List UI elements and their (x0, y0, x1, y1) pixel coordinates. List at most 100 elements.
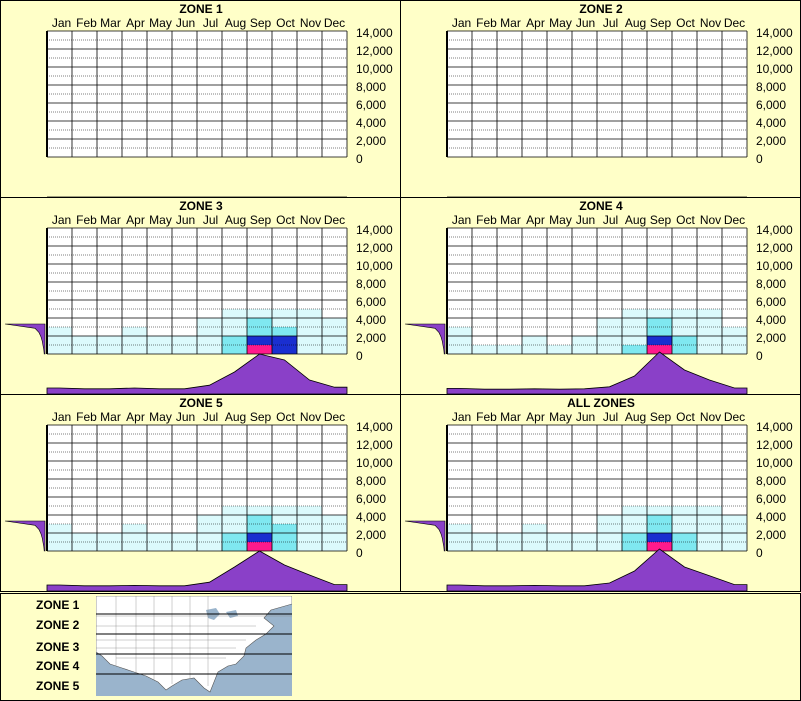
heat-cell (222, 542, 247, 551)
heat-cell (47, 533, 72, 542)
month-distribution (46, 353, 348, 395)
heat-cell (97, 533, 122, 542)
heat-cell (172, 542, 197, 551)
heat-cell (147, 336, 172, 345)
heat-cell (222, 318, 247, 327)
heat-cell (597, 533, 622, 542)
heat-cell (722, 533, 747, 542)
heat-cell (122, 345, 147, 354)
heat-cell (222, 336, 247, 345)
heat-cell (222, 533, 247, 542)
heat-cell (322, 542, 347, 551)
heat-cell (297, 515, 322, 524)
legend-zone-1: ZONE 1 (36, 598, 80, 612)
heat-cell (672, 327, 697, 336)
heat-cell (622, 524, 647, 533)
heat-cell (247, 318, 272, 327)
heat-cell (672, 533, 697, 542)
heat-cell (522, 345, 547, 354)
heatmap-chart (446, 30, 748, 198)
heat-cell (197, 524, 222, 533)
heat-cell (297, 533, 322, 542)
heat-cell (47, 542, 72, 551)
heat-cell (597, 318, 622, 327)
heat-cell (722, 345, 747, 354)
heat-cell (447, 533, 472, 542)
heat-cell (322, 318, 347, 327)
zone-panel: ZONE 3 Jan Feb Mar Apr May Jun Jul Aug Sep Oct Nov D… (0, 197, 401, 395)
heat-cell (222, 524, 247, 533)
heat-cell (672, 506, 697, 515)
heat-cell (247, 506, 272, 515)
heat-cell (122, 336, 147, 345)
heat-cell (247, 524, 272, 533)
heat-cell (222, 345, 247, 354)
heat-cell (647, 318, 672, 327)
heat-cell (247, 336, 272, 345)
heat-cell (622, 542, 647, 551)
elevation-distribution (404, 520, 446, 552)
heat-cell (722, 336, 747, 345)
heat-cell (272, 318, 297, 327)
month-distribution (446, 548, 748, 592)
heat-cell (297, 506, 322, 515)
heat-cell (722, 327, 747, 336)
heat-cell (697, 506, 722, 515)
heat-cell (647, 336, 672, 345)
heat-cell (322, 533, 347, 542)
heat-cell (522, 336, 547, 345)
heat-cell (647, 309, 672, 318)
heat-cell (322, 336, 347, 345)
heat-cell (272, 506, 297, 515)
heat-cell (697, 515, 722, 524)
month-distribution (46, 550, 348, 592)
heat-cell (472, 542, 497, 551)
heat-cell (97, 542, 122, 551)
zone-panel: ALL ZONES Jan Feb Mar Apr May Jun Jul Aug Sep Oct N… (400, 394, 801, 592)
heat-cell (147, 533, 172, 542)
heat-cell (272, 524, 297, 533)
heat-cell (247, 533, 272, 542)
heat-cell (297, 336, 322, 345)
heat-cell (272, 327, 297, 336)
heat-cell (147, 345, 172, 354)
heat-cell (72, 533, 97, 542)
heat-cell (497, 542, 522, 551)
heat-cell (322, 524, 347, 533)
month-distribution (446, 351, 748, 395)
heat-cell (697, 542, 722, 551)
heat-cell (697, 327, 722, 336)
heat-cell (272, 542, 297, 551)
heat-cell (272, 515, 297, 524)
heat-cell (197, 336, 222, 345)
heat-cell (672, 309, 697, 318)
heat-cell (672, 336, 697, 345)
heat-cell (547, 542, 572, 551)
heat-cell (122, 524, 147, 533)
heat-cell (522, 542, 547, 551)
heat-cell (697, 309, 722, 318)
zone-panel: ZONE 2 Jan Feb Mar Apr May Jun Jul Aug Sep Oct Nov D… (400, 0, 801, 198)
heat-cell (97, 345, 122, 354)
heat-cell (722, 515, 747, 524)
heat-cell (697, 345, 722, 354)
heat-cell (447, 542, 472, 551)
heat-cell (647, 327, 672, 336)
heat-cell (622, 327, 647, 336)
heat-cell (222, 327, 247, 336)
heat-cell (597, 515, 622, 524)
heat-cell (247, 345, 272, 354)
heat-cell (147, 542, 172, 551)
heat-cell (247, 309, 272, 318)
heatmap-chart (46, 30, 348, 198)
heat-cell (622, 336, 647, 345)
heat-cell (247, 542, 272, 551)
zone-legend: ZONE 1 ZONE 2 ZONE 3 ZONE 4 ZONE 5 (0, 593, 801, 701)
heat-cell (297, 327, 322, 336)
heat-cell (297, 309, 322, 318)
us-map-icon (96, 596, 292, 696)
heat-cell (247, 515, 272, 524)
heat-cell (697, 336, 722, 345)
heat-cell (722, 542, 747, 551)
heat-cell (472, 533, 497, 542)
